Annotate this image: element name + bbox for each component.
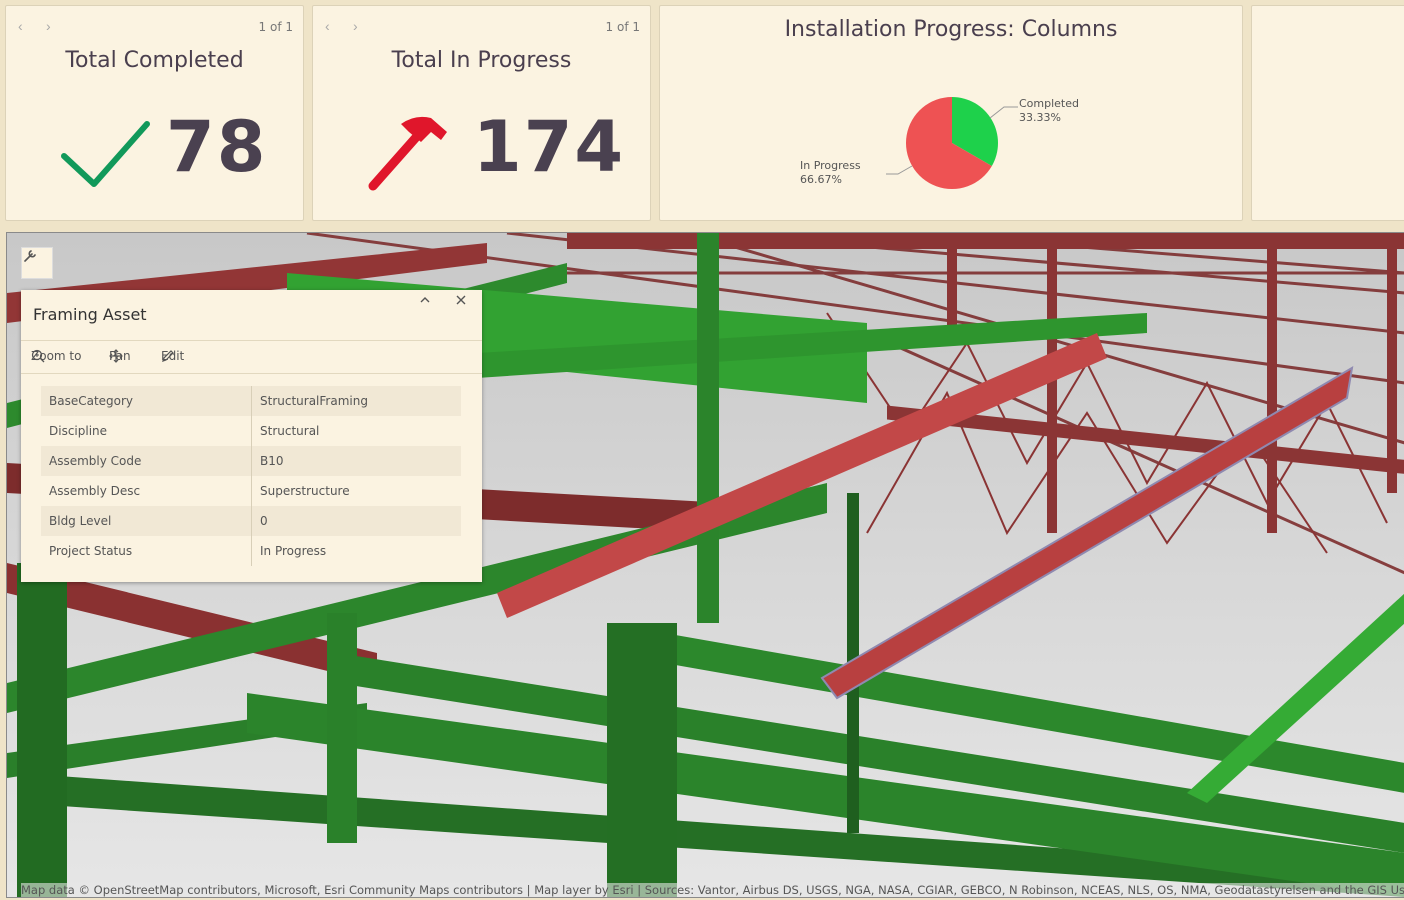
slice-percent: 66.67% [800,173,842,186]
popup-title: Framing Asset [33,305,147,324]
table-row: Discipline Structural [41,416,461,446]
attribute-value: In Progress [260,544,327,558]
popup-actions: Zoom to Pan Edit [21,341,482,374]
attribute-key: BaseCategory [41,386,252,416]
hammer-icon [368,116,447,191]
attribute-key: Project Status [41,536,252,566]
card-title: Total In Progress [391,48,572,73]
next-arrow-icon[interactable]: › [46,18,51,34]
close-icon[interactable] [451,290,471,310]
total-in-progress-card: ‹ › 1 of 1 Total In Progress 174 [312,5,651,221]
prev-arrow-icon[interactable]: ‹ [325,18,330,34]
pencil-icon [162,350,174,362]
attribute-table: BaseCategory StructuralFraming Discipline S… [41,386,461,566]
scene-view[interactable]: Framing Asset Zoom to Pan Edit BaseCateg… [6,232,1404,898]
card-pager: ‹ › 1 of 1 [18,18,293,36]
table-row: Assembly Code B10 [41,446,461,476]
zoom-to-button[interactable]: Zoom to [31,349,81,363]
table-row: Bldg Level 0 [41,506,461,536]
pie-label-in-progress: In Progress 66.67% [800,159,861,187]
prev-arrow-icon[interactable]: ‹ [18,18,23,34]
attribute-value: Superstructure [260,484,350,498]
in-progress-count: 174 [473,106,626,188]
attribute-key: Assembly Code [41,446,252,476]
check-icon [61,121,150,187]
attribute-key: Bldg Level [41,506,252,536]
popup-header: Framing Asset [21,290,482,341]
completed-count: 78 [166,106,268,188]
zoom-icon [31,349,45,363]
installation-progress-chart-card: Installation Progress: Columns Completed… [659,5,1243,221]
table-row: BaseCategory StructuralFraming [41,386,461,416]
collapse-icon[interactable] [415,290,435,310]
attribute-value: Structural [260,424,320,438]
table-row: Project Status In Progress [41,536,461,566]
pan-icon [109,349,123,363]
card-title: Total Completed [65,48,244,73]
leader-line [886,165,913,175]
pie-chart [886,97,1018,190]
framing-asset-popup: Framing Asset Zoom to Pan Edit BaseCateg… [21,290,482,582]
pager-text: 1 of 1 [258,20,293,34]
attribute-value: StructuralFraming [251,386,461,416]
next-arrow-icon[interactable]: › [353,18,358,34]
map-attribution[interactable]: Map data © OpenStreetMap contributors, M… [21,883,1404,897]
attribute-key: Assembly Desc [41,476,252,506]
partial-card [1251,5,1404,221]
attribute-value: B10 [251,446,461,476]
pager-text: 1 of 1 [605,20,640,34]
table-row: Assembly Desc Superstructure [41,476,461,506]
attribute-key: Discipline [41,416,252,446]
slice-name: Completed [1019,97,1079,110]
pan-button[interactable]: Pan [109,349,131,363]
leader-line [989,106,1018,119]
pie-label-completed: Completed 33.33% [1019,97,1079,125]
wrench-icon [24,250,36,262]
slice-percent: 33.33% [1019,111,1061,124]
total-completed-card: ‹ › 1 of 1 Total Completed 78 [5,5,304,221]
edit-button[interactable]: Edit [161,349,184,363]
attribute-value: 0 [251,506,461,536]
card-pager: ‹ › 1 of 1 [325,18,640,36]
tool-button[interactable] [21,247,53,279]
slice-name: In Progress [800,159,861,172]
